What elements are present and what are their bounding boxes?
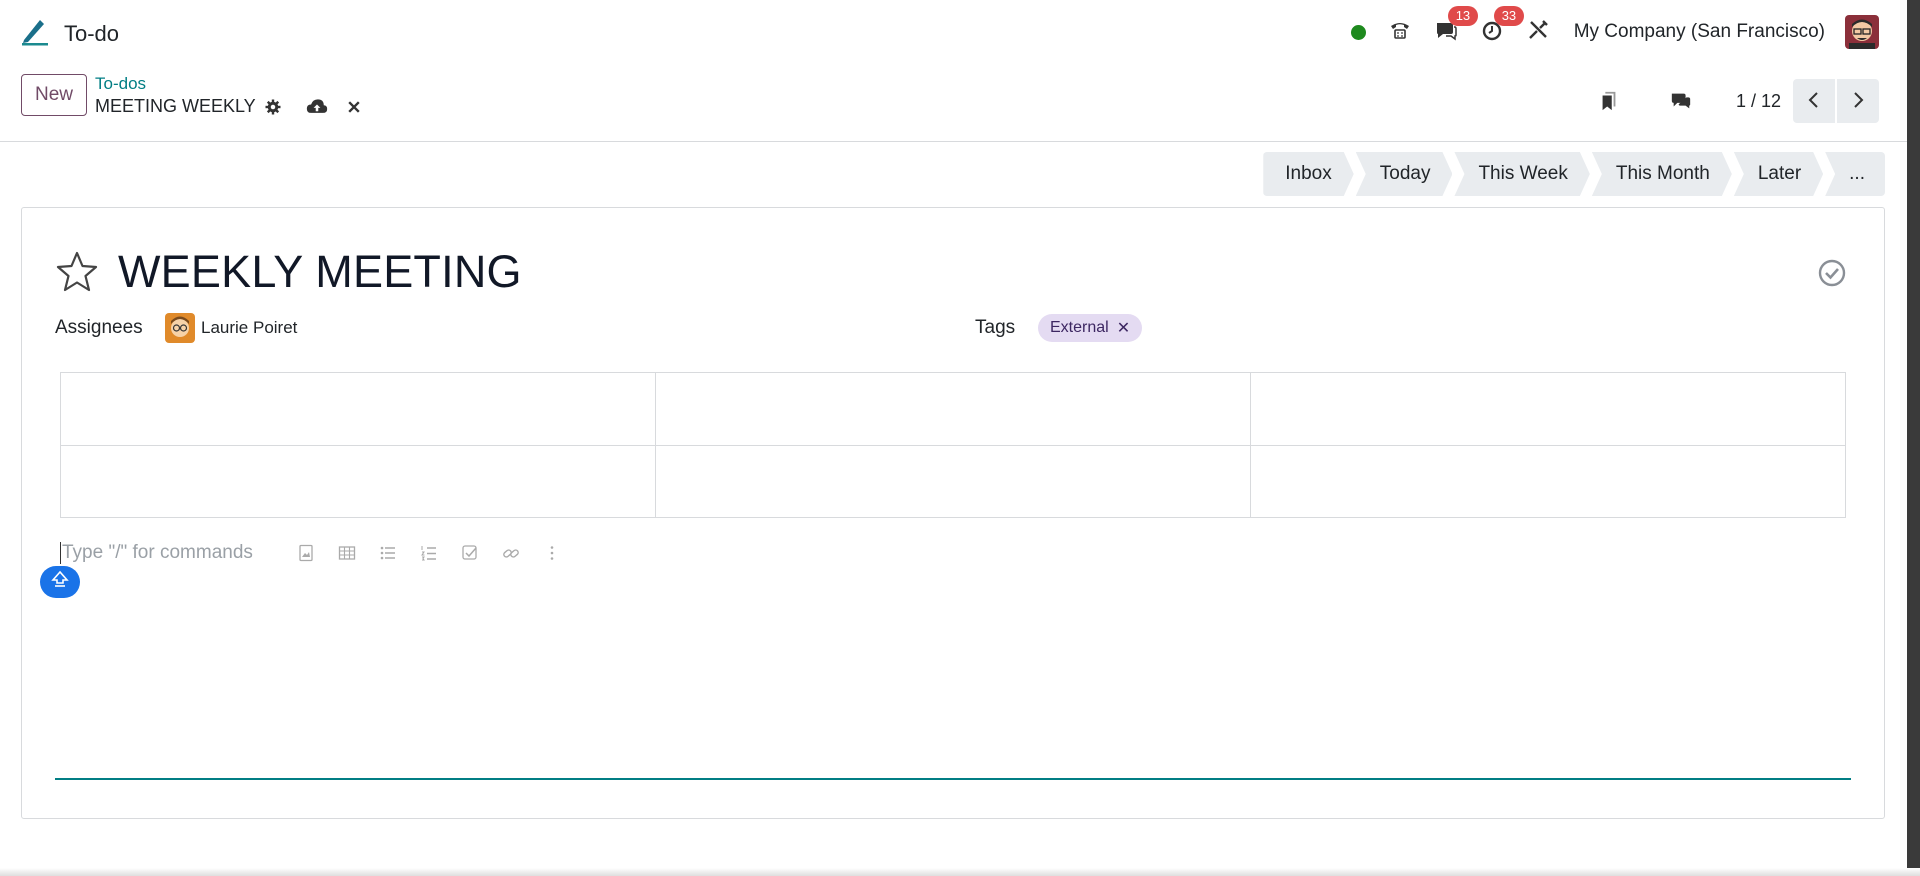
control-panel: New To-dos MEETING WEEKLY 1 / 12 [0,64,1907,142]
phone-button[interactable] [1388,18,1412,47]
messages-badge: 13 [1447,5,1479,26]
close-icon[interactable] [346,99,362,115]
scroll-up-button[interactable] [40,566,80,598]
app-title: To-do [64,20,120,46]
messaging-button[interactable]: 13 [1434,5,1479,47]
link-icon[interactable] [502,544,520,562]
cloud-upload-icon[interactable] [306,97,328,117]
table-cell[interactable] [1250,444,1846,518]
assignees-label: Assignees [55,317,143,338]
comments-icon[interactable] [1670,90,1692,112]
stage-inbox[interactable]: Inbox [1263,152,1353,196]
table-cell[interactable] [60,372,656,446]
assignee-avatar [165,313,195,343]
stage-this-month[interactable]: This Month [1592,152,1732,196]
pencil-logo-icon [20,16,50,51]
assignee-field[interactable]: Laurie Poiret [165,313,297,343]
tag-remove-icon[interactable]: ✕ [1117,318,1130,338]
form-sheet: WEEKLY MEETING Assignees Laurie Poiret T… [21,207,1885,819]
tag-label: External [1050,319,1109,336]
table-row [60,444,1846,518]
table-icon[interactable] [338,544,356,562]
assignee-name: Laurie Poiret [201,318,298,337]
breadcrumb-parent-link[interactable]: To-dos [95,74,146,94]
page-bottom-edge [0,868,1920,876]
tools-icon [1526,18,1550,47]
app-brand[interactable]: To-do [20,16,119,51]
gear-icon[interactable] [264,98,282,116]
editor-placeholder[interactable]: Type "/" for commands [60,542,253,564]
table-cell[interactable] [1250,372,1846,446]
new-button[interactable]: New [21,74,87,116]
pager-value[interactable]: 1 / 12 [1736,91,1781,112]
user-avatar[interactable] [1845,15,1879,49]
image-icon[interactable] [297,544,315,562]
tags-label: Tags [975,317,1016,338]
stage-later[interactable]: Later [1734,152,1823,196]
activities-badge: 33 [1493,5,1525,26]
check-circle-icon[interactable] [1817,258,1847,288]
bullet-list-icon[interactable] [379,544,397,562]
pager-buttons [1793,79,1879,123]
checklist-icon[interactable] [461,544,479,562]
presence-dot [1350,24,1366,40]
table-cell[interactable] [655,372,1251,446]
table-row [60,372,1846,446]
stage-this-week[interactable]: This Week [1454,152,1589,196]
chevron-left-icon [1807,91,1821,112]
editor-powerbox-hints [297,544,584,562]
table-cell[interactable] [655,444,1251,518]
pager-previous-button[interactable] [1793,79,1835,123]
top-navbar: To-do 13 33 My Company (San Francisco) [0,0,1907,64]
tag-badge: External ✕ [1038,314,1143,342]
editor-focus-underline [55,778,1851,780]
control-panel-right: 1 / 12 [1598,78,1879,124]
presence-status[interactable] [1350,24,1366,40]
systray: 13 33 My Company (San Francisco) [1329,0,1879,64]
todo-title-field[interactable]: WEEKLY MEETING [118,246,522,298]
bookmark-icon[interactable] [1598,90,1620,112]
company-switcher[interactable]: My Company (San Francisco) [1574,21,1825,43]
star-icon[interactable] [55,250,99,294]
pager-next-button[interactable] [1837,79,1879,123]
page-edge [1907,0,1920,876]
stage-more[interactable]: ... [1825,152,1885,196]
debug-tools-button[interactable] [1526,18,1550,47]
more-vertical-icon[interactable] [543,544,561,562]
record-name: MEETING WEEKLY [95,96,256,116]
table-cell[interactable] [60,444,656,518]
stage-statusbar: Inbox Today This Week This Month Later .… [1261,152,1885,196]
description-editor[interactable]: Type "/" for commands [60,542,584,564]
chevron-right-icon [1851,91,1865,112]
breadcrumb: MEETING WEEKLY [95,96,362,117]
numbered-list-icon[interactable] [420,544,438,562]
stage-today[interactable]: Today [1356,152,1453,196]
activities-button[interactable]: 33 [1480,5,1525,47]
upload-icon [50,570,70,595]
phone-icon [1388,18,1412,47]
content-table[interactable] [60,372,1846,518]
